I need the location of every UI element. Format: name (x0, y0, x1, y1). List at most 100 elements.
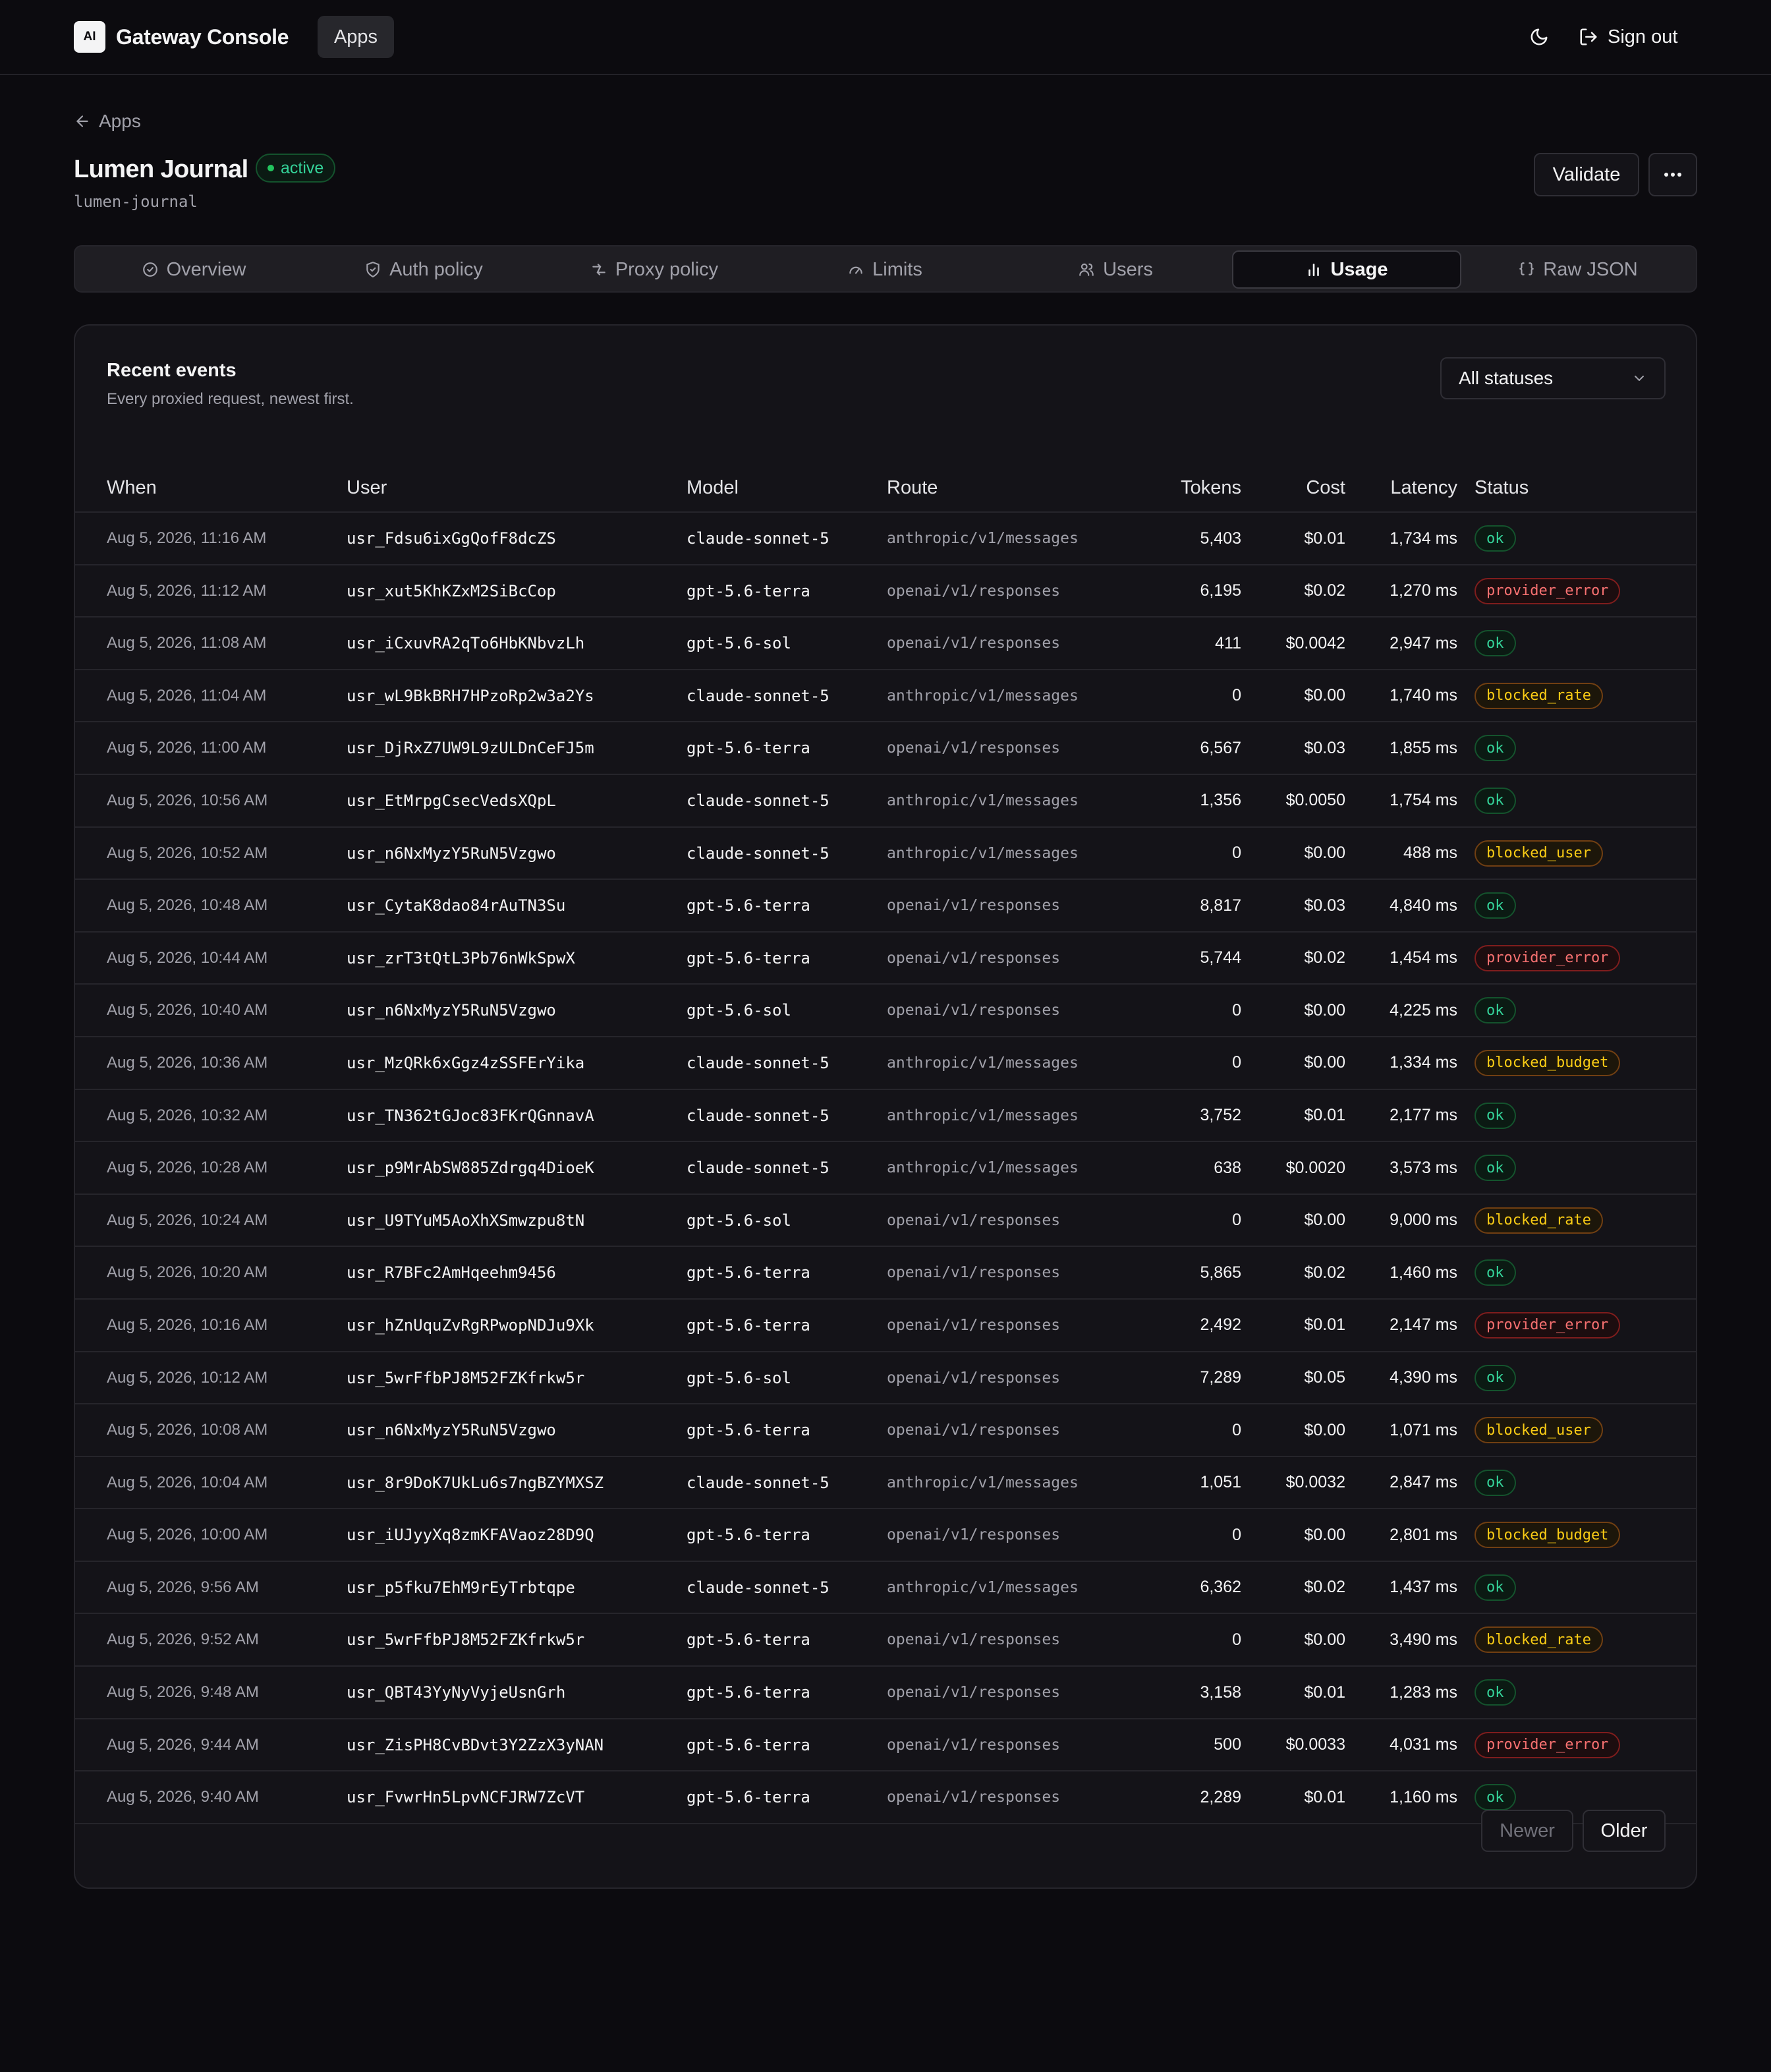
cell-latency: 1,734 ms (1390, 529, 1457, 548)
users-icon (1078, 261, 1095, 278)
cell-cost: $0.01 (1304, 1106, 1345, 1125)
cell-status: ok (1475, 1352, 1516, 1404)
table-row[interactable]: Aug 5, 2026, 11:12 AM usr_xut5KhKZxM2SiB… (75, 565, 1696, 618)
validate-button[interactable]: Validate (1534, 153, 1639, 196)
back-to-apps-link[interactable]: Apps (74, 108, 141, 134)
table-row[interactable]: Aug 5, 2026, 10:32 AM usr_TN362tGJoc83FK… (75, 1090, 1696, 1143)
table-row[interactable]: Aug 5, 2026, 10:36 AM usr_MzQRk6xGgz4zSS… (75, 1037, 1696, 1090)
table-row[interactable]: Aug 5, 2026, 9:56 AM usr_p5fku7EhM9rEyTr… (75, 1562, 1696, 1615)
cell-cost: $0.02 (1304, 948, 1345, 967)
events-table-body: Aug 5, 2026, 11:16 AM usr_Fdsu6ixGgQofF8… (75, 513, 1696, 1824)
table-row[interactable]: Aug 5, 2026, 10:40 AM usr_n6NxMyzY5RuN5V… (75, 985, 1696, 1037)
table-row[interactable]: Aug 5, 2026, 10:24 AM usr_U9TYuM5AoXhXSm… (75, 1195, 1696, 1248)
column-latency[interactable]: Latency (1390, 463, 1457, 513)
table-row[interactable]: Aug 5, 2026, 9:44 AM usr_ZisPH8CvBDvt3Y2… (75, 1719, 1696, 1772)
cell-when: Aug 5, 2026, 9:40 AM (107, 1788, 259, 1806)
cell-model: gpt-5.6-terra (687, 1263, 810, 1282)
table-row[interactable]: Aug 5, 2026, 10:08 AM usr_n6NxMyzY5RuN5V… (75, 1404, 1696, 1457)
cell-status: blocked_user (1475, 1404, 1603, 1456)
table-row[interactable]: Aug 5, 2026, 10:04 AM usr_8r9DoK7UkLu6s7… (75, 1457, 1696, 1510)
table-row[interactable]: Aug 5, 2026, 10:48 AM usr_CytaK8dao84rAu… (75, 880, 1696, 933)
cell-user: usr_QBT43YyNyVyjeUsnGrh (347, 1683, 566, 1702)
table-row[interactable]: Aug 5, 2026, 9:40 AM usr_FvwrHn5LpvNCFJR… (75, 1771, 1696, 1824)
table-row[interactable]: Aug 5, 2026, 10:00 AM usr_iUJyyXq8zmKFAV… (75, 1509, 1696, 1562)
log-out-icon (1579, 27, 1598, 47)
table-row[interactable]: Aug 5, 2026, 11:16 AM usr_Fdsu6ixGgQofF8… (75, 513, 1696, 565)
table-row[interactable]: Aug 5, 2026, 10:20 AM usr_R7BFc2AmHqeehm… (75, 1247, 1696, 1300)
cell-tokens: 7,289 (1200, 1368, 1241, 1387)
cell-cost: $0.05 (1304, 1368, 1345, 1387)
cell-latency: 488 ms (1403, 844, 1457, 863)
cell-latency: 1,071 ms (1390, 1420, 1457, 1439)
theme-toggle-button[interactable] (1525, 22, 1554, 51)
cell-route: anthropic/v1/messages (887, 1578, 1079, 1596)
cell-when: Aug 5, 2026, 11:04 AM (107, 686, 267, 705)
cell-when: Aug 5, 2026, 10:08 AM (107, 1421, 268, 1439)
tab-limits[interactable]: Limits (770, 250, 1000, 289)
column-tokens[interactable]: Tokens (1181, 463, 1241, 513)
tab-raw-json[interactable]: Raw JSON (1463, 250, 1693, 289)
column-model[interactable]: Model (687, 463, 739, 513)
cell-route: anthropic/v1/messages (887, 791, 1079, 809)
status-pill: ok (1475, 1155, 1516, 1182)
cell-when: Aug 5, 2026, 9:56 AM (107, 1578, 259, 1596)
cell-latency: 2,947 ms (1390, 633, 1457, 652)
status-pill: ok (1475, 1469, 1516, 1496)
table-row[interactable]: Aug 5, 2026, 11:04 AM usr_wL9BkBRH7HPzoR… (75, 670, 1696, 723)
cell-tokens: 0 (1232, 1053, 1241, 1072)
status-filter-select[interactable]: All statuses (1440, 357, 1666, 399)
column-user[interactable]: User (347, 463, 387, 513)
chevron-down-icon (1631, 370, 1647, 386)
column-route[interactable]: Route (887, 463, 938, 513)
cell-status: ok (1475, 1562, 1516, 1613)
nav-apps-button[interactable]: Apps (318, 16, 394, 58)
cell-status: ok (1475, 513, 1516, 564)
cell-cost: $0.0033 (1285, 1735, 1345, 1754)
sign-out-button[interactable]: Sign out (1579, 20, 1677, 54)
tab-proxy-policy[interactable]: Proxy policy (539, 250, 770, 289)
table-row[interactable]: Aug 5, 2026, 10:16 AM usr_hZnUquZvRgRPwo… (75, 1300, 1696, 1352)
table-row[interactable]: Aug 5, 2026, 9:48 AM usr_QBT43YyNyVyjeUs… (75, 1667, 1696, 1719)
cell-latency: 1,855 ms (1390, 738, 1457, 757)
cell-latency: 1,740 ms (1390, 686, 1457, 705)
tab-label: Users (1103, 258, 1153, 280)
cell-latency: 3,490 ms (1390, 1630, 1457, 1649)
cell-model: claude-sonnet-5 (687, 844, 829, 863)
column-status[interactable]: Status (1475, 463, 1529, 513)
cell-tokens: 0 (1232, 1420, 1241, 1439)
tab-users[interactable]: Users (1000, 250, 1231, 289)
column-cost[interactable]: Cost (1306, 463, 1345, 513)
table-row[interactable]: Aug 5, 2026, 10:52 AM usr_n6NxMyzY5RuN5V… (75, 828, 1696, 880)
cell-status: ok (1475, 1457, 1516, 1509)
cell-route: openai/v1/responses (887, 1316, 1061, 1334)
cell-when: Aug 5, 2026, 9:48 AM (107, 1683, 259, 1702)
table-row[interactable]: Aug 5, 2026, 10:12 AM usr_5wrFfbPJ8M52FZ… (75, 1352, 1696, 1405)
table-row[interactable]: Aug 5, 2026, 9:52 AM usr_5wrFfbPJ8M52FZK… (75, 1614, 1696, 1667)
cell-model: claude-sonnet-5 (687, 1106, 829, 1125)
tab-overview[interactable]: Overview (79, 250, 308, 289)
cell-when: Aug 5, 2026, 10:16 AM (107, 1315, 268, 1334)
cell-user: usr_zrT3tQtL3Pb76nWkSpwX (347, 948, 575, 967)
cell-status: provider_error (1475, 1719, 1621, 1771)
table-row[interactable]: Aug 5, 2026, 10:56 AM usr_EtMrpgCsecVeds… (75, 775, 1696, 828)
tab-auth-policy[interactable]: Auth policy (308, 250, 539, 289)
column-when[interactable]: When (107, 463, 157, 513)
cell-cost: $0.02 (1304, 581, 1345, 600)
more-actions-button[interactable] (1648, 153, 1697, 196)
cell-user: usr_p9MrAbSW885Zdrgq4DioeK (347, 1159, 594, 1178)
cell-tokens: 0 (1232, 1525, 1241, 1544)
status-pill: ok (1475, 892, 1516, 919)
cell-tokens: 0 (1232, 1000, 1241, 1020)
table-row[interactable]: Aug 5, 2026, 11:00 AM usr_DjRxZ7UW9L9zUL… (75, 722, 1696, 775)
tab-usage[interactable]: Usage (1232, 250, 1461, 289)
table-row[interactable]: Aug 5, 2026, 10:44 AM usr_zrT3tQtL3Pb76n… (75, 933, 1696, 985)
cell-user: usr_FvwrHn5LpvNCFJRW7ZcVT (347, 1788, 585, 1807)
recent-events-card: Recent events Every proxied request, new… (74, 324, 1697, 1889)
status-pill: blocked_user (1475, 1417, 1603, 1444)
table-row[interactable]: Aug 5, 2026, 11:08 AM usr_iCxuvRA2qTo6Hb… (75, 618, 1696, 670)
older-button[interactable]: Older (1583, 1810, 1666, 1852)
table-row[interactable]: Aug 5, 2026, 10:28 AM usr_p9MrAbSW885Zdr… (75, 1142, 1696, 1195)
brand-name[interactable]: Gateway Console (116, 22, 289, 51)
cell-route: anthropic/v1/messages (887, 1107, 1079, 1124)
newer-button[interactable]: Newer (1481, 1810, 1573, 1852)
